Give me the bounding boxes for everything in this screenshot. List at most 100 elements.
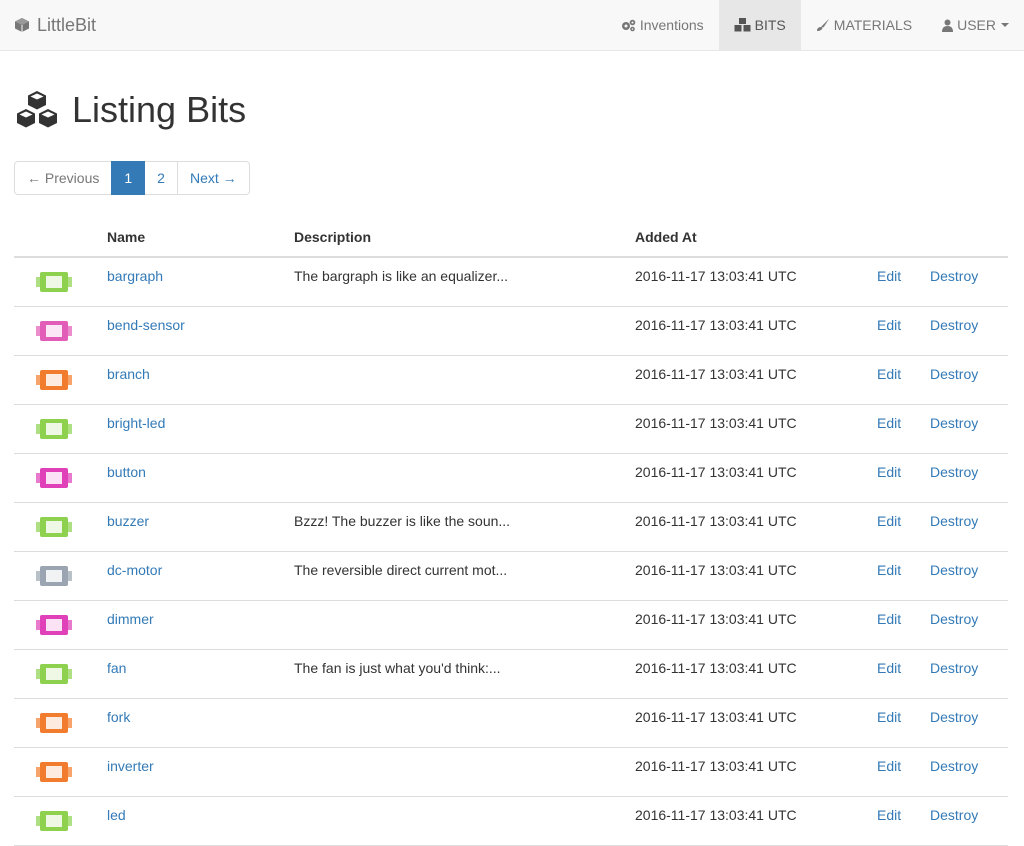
edit-cell: Edit xyxy=(869,747,922,797)
bit-thumbnail-cell xyxy=(14,796,99,846)
bit-description: The fan is just what you'd think:... xyxy=(286,649,627,699)
bit-description: The reversible direct current mot... xyxy=(286,551,627,601)
destroy-link[interactable]: Destroy xyxy=(930,268,978,284)
destroy-link[interactable]: Destroy xyxy=(930,562,978,578)
bit-name-link[interactable]: fork xyxy=(107,709,130,725)
bit-thumbnail-image xyxy=(36,516,72,537)
page-header: Listing Bits xyxy=(14,88,246,132)
bit-added-at: 2016-11-17 13:03:41 UTC xyxy=(627,306,869,356)
brand-label: LittleBit xyxy=(37,14,97,35)
edit-link[interactable]: Edit xyxy=(877,709,901,725)
bit-face xyxy=(46,814,62,827)
bit-added-at: 2016-11-17 13:03:41 UTC xyxy=(627,747,869,797)
nav-materials[interactable]: MATERIALS xyxy=(801,0,927,50)
nav-bits-label: BITS xyxy=(754,17,786,33)
bit-name-cell: bright-led xyxy=(99,404,286,454)
bit-name-cell: button xyxy=(99,453,286,503)
bit-name-cell: bargraph xyxy=(99,257,286,307)
pagination-page-1[interactable]: 1 xyxy=(111,161,146,195)
destroy-link[interactable]: Destroy xyxy=(930,513,978,529)
edit-link[interactable]: Edit xyxy=(877,268,901,284)
bit-name-link[interactable]: fan xyxy=(107,660,126,676)
edit-link[interactable]: Edit xyxy=(877,660,901,676)
page-title: Listing Bits xyxy=(72,89,247,130)
edit-cell: Edit xyxy=(869,404,922,454)
bit-name-link[interactable]: dimmer xyxy=(107,611,154,627)
destroy-link[interactable]: Destroy xyxy=(930,758,978,774)
edit-link[interactable]: Edit xyxy=(877,513,901,529)
bit-name-link[interactable]: inverter xyxy=(107,758,154,774)
pagination-page-2[interactable]: 2 xyxy=(144,161,178,195)
bit-thumbnail-image xyxy=(36,418,72,439)
destroy-link[interactable]: Destroy xyxy=(930,366,978,382)
destroy-link[interactable]: Destroy xyxy=(930,611,978,627)
bit-description xyxy=(286,796,627,846)
bit-thumbnail-image xyxy=(36,761,72,782)
cogs-icon xyxy=(621,19,636,31)
destroy-link[interactable]: Destroy xyxy=(930,660,978,676)
edit-link[interactable]: Edit xyxy=(877,562,901,578)
bit-name-link[interactable]: bright-led xyxy=(107,415,165,431)
bit-thumbnail-cell xyxy=(14,257,99,307)
bit-connector-right xyxy=(67,472,72,483)
bit-name-link[interactable]: buzzer xyxy=(107,513,149,529)
bit-face xyxy=(46,471,62,484)
bit-name-link[interactable]: dc-motor xyxy=(107,562,162,578)
pagination-next[interactable]: Next → xyxy=(176,161,250,195)
bit-face xyxy=(46,324,62,337)
bit-added-at: 2016-11-17 13:03:41 UTC xyxy=(627,502,869,552)
edit-link[interactable]: Edit xyxy=(877,807,901,823)
bit-name-link[interactable]: bend-sensor xyxy=(107,317,185,333)
bit-added-at: 2016-11-17 13:03:41 UTC xyxy=(627,355,869,405)
bit-name-cell: fork xyxy=(99,698,286,748)
bit-name-cell: bend-sensor xyxy=(99,306,286,356)
bit-thumbnail-image xyxy=(36,320,72,341)
nav-user-dropdown[interactable]: USER xyxy=(927,0,1024,50)
edit-link[interactable]: Edit xyxy=(877,758,901,774)
nav-inventions[interactable]: Inventions xyxy=(606,0,719,50)
bit-thumbnail-image xyxy=(36,712,72,733)
destroy-cell: Destroy xyxy=(922,747,1008,797)
bit-name-link[interactable]: branch xyxy=(107,366,150,382)
bit-added-at: 2016-11-17 13:03:41 UTC xyxy=(627,551,869,601)
edit-link[interactable]: Edit xyxy=(877,415,901,431)
bit-face xyxy=(46,422,62,435)
brush-icon xyxy=(816,19,829,31)
bit-connector-right xyxy=(67,277,72,287)
bit-name-cell: branch xyxy=(99,355,286,405)
destroy-link[interactable]: Destroy xyxy=(930,709,978,725)
bit-thumbnail-image xyxy=(36,810,72,831)
bit-added-at: 2016-11-17 13:03:41 UTC xyxy=(627,453,869,503)
nav-materials-label: MATERIALS xyxy=(833,17,913,33)
pagination-previous[interactable]: ← Previous xyxy=(14,161,113,195)
column-header-destroy xyxy=(922,218,1008,258)
bit-description xyxy=(286,453,627,503)
bit-name-cell: dc-motor xyxy=(99,551,286,601)
bit-thumbnail-image xyxy=(36,614,72,635)
table-row: inverter 2016-11-17 13:03:41 UTC Edit Destr… xyxy=(14,747,1008,797)
destroy-link[interactable]: Destroy xyxy=(930,464,978,480)
destroy-link[interactable]: Destroy xyxy=(930,317,978,333)
table-row: fan The fan is just what you'd think:... 2… xyxy=(14,649,1008,699)
bit-connector-left xyxy=(36,423,41,434)
edit-cell: Edit xyxy=(869,649,922,699)
bit-connector-right xyxy=(67,521,72,532)
edit-cell: Edit xyxy=(869,502,922,552)
bit-name-link[interactable]: led xyxy=(107,807,126,823)
column-header-edit xyxy=(869,218,922,258)
bit-thumbnail-cell xyxy=(14,600,99,650)
bit-name-link[interactable]: bargraph xyxy=(107,268,163,284)
brand-link[interactable]: LittleBit xyxy=(14,0,96,50)
edit-link[interactable]: Edit xyxy=(877,317,901,333)
pagination: ← Previous 1 2 Next → xyxy=(14,161,250,195)
edit-link[interactable]: Edit xyxy=(877,611,901,627)
bit-connector-left xyxy=(36,325,41,336)
user-icon xyxy=(942,19,954,32)
bit-connector-right xyxy=(67,717,72,728)
destroy-link[interactable]: Destroy xyxy=(930,807,978,823)
bit-name-link[interactable]: button xyxy=(107,464,146,480)
destroy-link[interactable]: Destroy xyxy=(930,415,978,431)
nav-bits[interactable]: BITS xyxy=(718,0,801,50)
edit-link[interactable]: Edit xyxy=(877,464,901,480)
edit-link[interactable]: Edit xyxy=(877,366,901,382)
